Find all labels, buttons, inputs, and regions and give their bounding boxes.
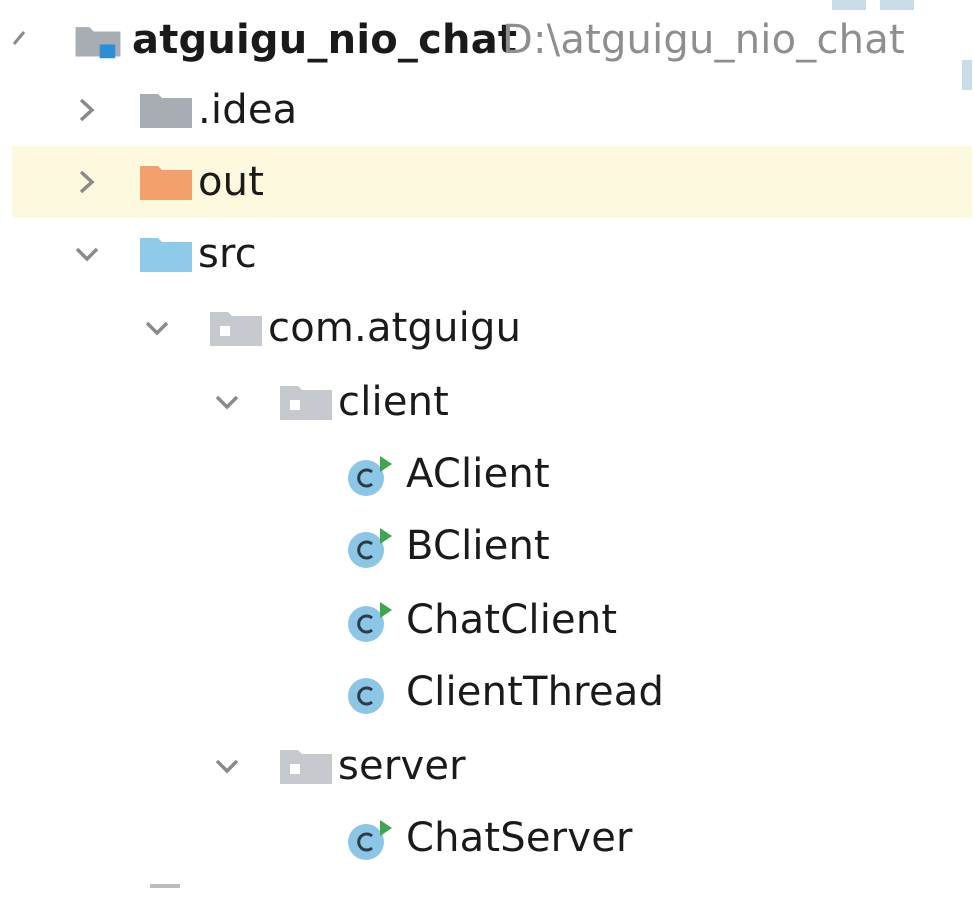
tree-row-root[interactable]: atguigu_nio_chat D:\atguigu_nio_chat	[0, 4, 974, 76]
root-name: atguigu_nio_chat	[132, 17, 518, 63]
package-icon	[210, 312, 262, 346]
class-icon	[348, 678, 384, 714]
tree-item-label: AClient	[406, 451, 550, 497]
tree-row-idea[interactable]: .idea	[0, 74, 974, 146]
tree-item-label: ChatServer	[406, 815, 633, 861]
settings-folder-icon	[140, 94, 192, 128]
tree-row-class-bclient[interactable]: BClient	[0, 510, 974, 582]
chevron-down-icon[interactable]	[212, 751, 242, 781]
tree-row-out[interactable]: out	[12, 146, 972, 218]
chevron-down-icon[interactable]	[142, 313, 172, 343]
tree-item-label: .idea	[198, 87, 298, 133]
tree-row-package-client[interactable]: client	[0, 366, 974, 438]
package-icon	[280, 750, 332, 784]
source-folder-icon	[140, 238, 192, 272]
tree-item-label: out	[198, 159, 265, 205]
tree-item-label: BClient	[406, 523, 550, 569]
cropped-next-row-icon	[150, 884, 180, 888]
tree-item-label: com.atguigu	[268, 305, 522, 351]
excluded-folder-icon	[140, 166, 192, 200]
project-tree: atguigu_nio_chat D:\atguigu_nio_chat .id…	[0, 0, 974, 898]
tree-item-label: ClientThread	[406, 669, 665, 715]
chevron-down-icon[interactable]	[212, 387, 242, 417]
tree-row-package-server[interactable]: server	[0, 730, 974, 802]
runnable-class-icon	[348, 602, 392, 642]
tree-row-src[interactable]: src	[0, 218, 974, 290]
runnable-class-icon	[348, 528, 392, 568]
chevron-down-icon[interactable]	[72, 239, 102, 269]
tree-row-class-chatclient[interactable]: ChatClient	[0, 584, 974, 656]
tree-row-class-clientthread[interactable]: ClientThread	[0, 656, 974, 728]
tree-item-label: src	[198, 231, 257, 277]
runnable-class-icon	[348, 820, 392, 860]
chevron-right-icon[interactable]	[72, 167, 102, 197]
module-folder-icon	[75, 27, 121, 59]
runnable-class-icon	[348, 456, 392, 496]
tree-row-class-chatserver[interactable]: ChatServer	[0, 802, 974, 874]
tree-row-class-aclient[interactable]: AClient	[0, 438, 974, 510]
collapse-arrow-icon[interactable]	[8, 26, 32, 50]
tree-item-label: ChatClient	[406, 597, 618, 643]
tree-item-label: client	[338, 379, 450, 425]
chevron-right-icon[interactable]	[72, 95, 102, 125]
tree-row-package-com-atguigu[interactable]: com.atguigu	[0, 292, 974, 364]
tree-item-label: server	[338, 743, 466, 789]
root-path: D:\atguigu_nio_chat	[502, 17, 905, 63]
package-icon	[280, 386, 332, 420]
